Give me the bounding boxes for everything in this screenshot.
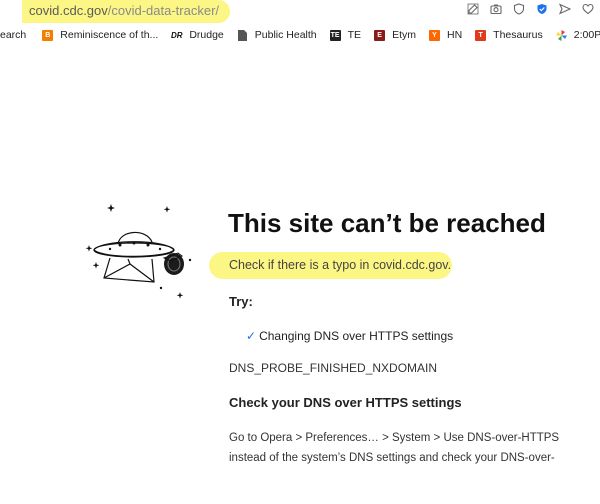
address-bar[interactable]: covid.cdc.gov/covid-data-tracker/ bbox=[29, 3, 219, 18]
bookmark-thesaurus[interactable]: T Thesaurus bbox=[475, 29, 543, 41]
sparkle-icon bbox=[176, 292, 184, 299]
dns-instructions-line-1: Go to Opera > Preferences… > System > Us… bbox=[229, 432, 560, 444]
drudge-icon: DR bbox=[171, 30, 183, 40]
bookmark-search[interactable]: earch bbox=[0, 29, 26, 41]
error-code: DNS_PROBE_FINISHED_NXDOMAIN bbox=[229, 361, 438, 375]
bookmark-label: Reminiscence of th... bbox=[60, 29, 159, 41]
te-icon: TE bbox=[329, 29, 341, 41]
bookmark-reminiscence[interactable]: B Reminiscence of th... bbox=[42, 29, 158, 41]
address-path: /covid-data-tracker/ bbox=[107, 3, 220, 18]
bookmark-hn[interactable]: Y HN bbox=[428, 29, 463, 41]
sparkle-icon bbox=[92, 262, 100, 269]
bookmark-label: Drudge bbox=[189, 29, 224, 41]
bookmark-etym[interactable]: E Etym bbox=[374, 29, 416, 41]
bookmark-label: HN bbox=[446, 29, 463, 41]
bookmark-label: TE bbox=[347, 29, 362, 41]
ufo-illustration bbox=[85, 204, 192, 299]
bookmark-public-health[interactable]: Public Health bbox=[237, 29, 317, 41]
toolbar-icons bbox=[467, 3, 594, 15]
bookmark-label: Etym bbox=[392, 29, 416, 41]
try-label: Try: bbox=[229, 294, 253, 309]
bookmark-label: Public Health bbox=[254, 29, 317, 41]
shield-icon[interactable] bbox=[513, 3, 525, 15]
bookmark-te[interactable]: TE TE bbox=[329, 29, 362, 41]
shield-check-icon[interactable] bbox=[536, 3, 548, 15]
bookmarks-bar: earch B Reminiscence of th... DR Drudge … bbox=[0, 26, 600, 44]
sparkle-icon bbox=[85, 245, 93, 252]
checkmark-icon: ✓ bbox=[246, 329, 257, 343]
bookmark-water-cooler[interactable]: 2:00PM Water Cool... bbox=[555, 29, 600, 41]
send-icon[interactable] bbox=[559, 3, 571, 15]
address-bar-row: covid.cdc.gov/covid-data-tracker/ bbox=[0, 0, 600, 23]
pinwheel-icon bbox=[555, 29, 567, 41]
typo-message: Check if there is a typo in covid.cdc.go… bbox=[229, 258, 452, 272]
blogger-icon: B bbox=[42, 29, 54, 41]
dns-settings-heading: Check your DNS over HTTPS settings bbox=[229, 395, 462, 410]
dns-instructions-line-2: instead of the system’s DNS settings and… bbox=[229, 452, 555, 464]
sparkle-icon bbox=[107, 204, 115, 212]
address-host: covid.cdc.gov bbox=[29, 3, 108, 18]
suggestion-label: Changing DNS over HTTPS settings bbox=[259, 329, 454, 343]
document-icon bbox=[237, 29, 248, 41]
sparkle-icon bbox=[163, 206, 171, 213]
page-title: This site can’t be reached bbox=[228, 208, 546, 238]
pencil-icon[interactable] bbox=[467, 3, 479, 15]
etym-icon: E bbox=[374, 29, 386, 41]
suggestion-dns-link[interactable]: ✓ Changing DNS over HTTPS settings bbox=[246, 329, 453, 343]
bookmark-label: earch bbox=[0, 29, 27, 41]
camera-icon[interactable] bbox=[490, 3, 502, 15]
bookmark-label: 2:00PM Water Cool... bbox=[573, 29, 600, 41]
thesaurus-icon: T bbox=[475, 29, 487, 41]
heart-icon[interactable] bbox=[582, 3, 594, 15]
hn-icon: Y bbox=[428, 29, 440, 41]
bookmark-label: Thesaurus bbox=[493, 29, 543, 41]
bookmark-drudge[interactable]: DR Drudge bbox=[171, 29, 224, 41]
